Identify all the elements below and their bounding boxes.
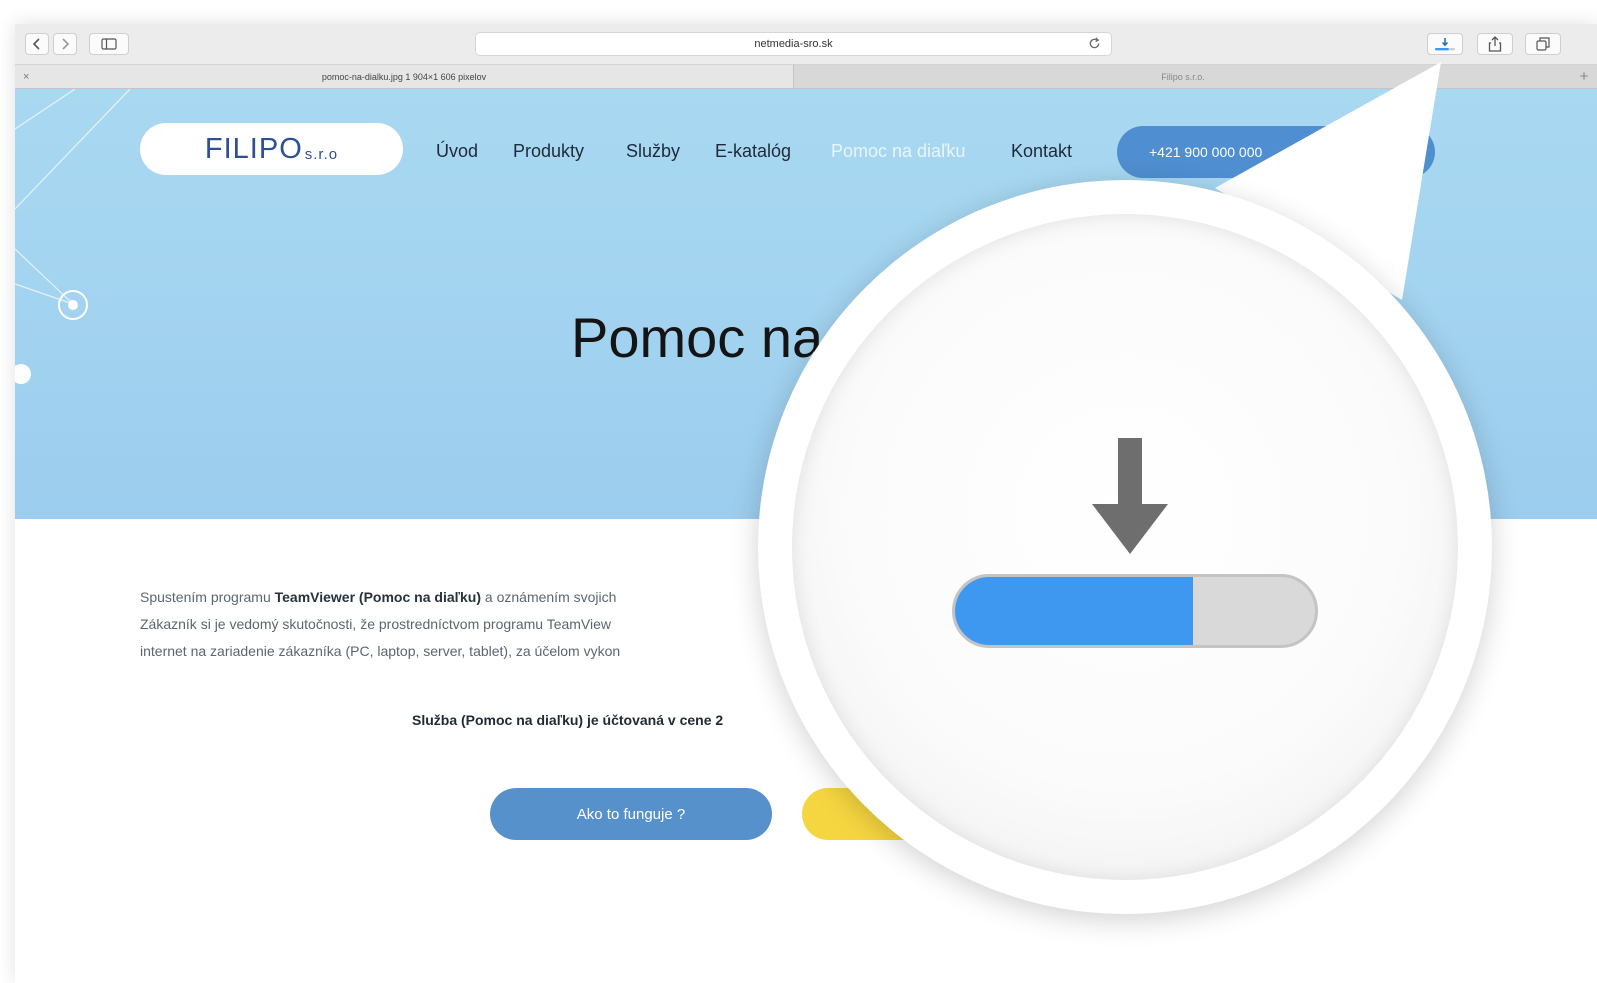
download-progress-fill	[955, 577, 1193, 645]
download-arrow-icon	[1092, 438, 1168, 554]
download-progress-bar	[952, 574, 1318, 648]
